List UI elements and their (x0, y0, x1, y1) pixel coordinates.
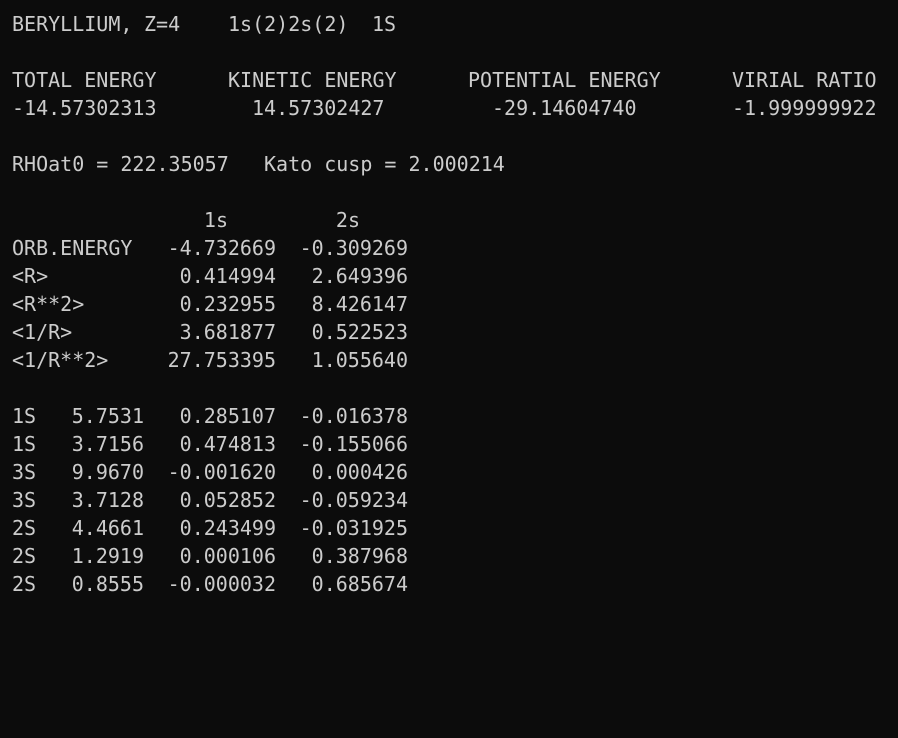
orbital-value-1s: -4.732669 (167, 236, 276, 260)
basis-row: 2S 1.2919 0.000106 0.387968 (0, 542, 898, 570)
energy-labels-line: TOTAL ENERGY KINETIC ENERGY POTENTIAL EN… (0, 66, 898, 94)
orbital-value-2s: -0.309269 (299, 236, 408, 260)
potential-energy-label: POTENTIAL ENERGY (468, 68, 661, 92)
basis-coefficient-1s: -0.000032 (167, 572, 276, 596)
terminal-output: BERYLLIUM, Z=4 1s(2)2s(2) 1S TOTAL ENERG… (0, 0, 898, 607)
basis-coefficient-1s: 0.474813 (179, 432, 276, 456)
orbital-row-label: <R**2> (12, 292, 85, 316)
orbital-table-header: 1s 2s (0, 206, 898, 234)
virial-ratio-label: VIRIAL RATIO (732, 68, 877, 92)
basis-row: 2S 4.4661 0.243499 -0.031925 (0, 514, 898, 542)
basis-coefficient-2s: -0.155066 (299, 432, 408, 456)
rho-at-zero: RHOat0 = 222.35057 (12, 152, 229, 176)
orbital-value-2s: 0.522523 (311, 320, 408, 344)
potential-energy-value: -29.14604740 (492, 96, 637, 120)
orbital-value-2s: 1.055640 (311, 348, 408, 372)
basis-coefficient-1s: 0.052852 (179, 488, 276, 512)
total-energy-value: -14.57302313 (12, 96, 157, 120)
orbital-column-2s: 2s (335, 208, 360, 232)
orbital-row-label: ORB.ENERGY (12, 236, 133, 260)
basis-type: 3S (12, 460, 37, 484)
orbital-row: <R> 0.414994 2.649396 (0, 262, 898, 290)
orbital-value-2s: 8.426147 (311, 292, 408, 316)
orbital-column-1s: 1s (203, 208, 228, 232)
total-energy-label: TOTAL ENERGY (12, 68, 157, 92)
orbital-value-1s: 0.414994 (179, 264, 276, 288)
basis-row: 3S 3.7128 0.052852 -0.059234 (0, 486, 898, 514)
header-line: BERYLLIUM, Z=4 1s(2)2s(2) 1S (0, 10, 898, 38)
basis-row: 1S 5.7531 0.285107 -0.016378 (0, 402, 898, 430)
basis-coefficient-1s: 0.285107 (179, 404, 276, 428)
orbital-row-label: <1/R**2> (12, 348, 109, 372)
orbital-value-1s: 3.681877 (179, 320, 276, 344)
basis-type: 3S (12, 488, 37, 512)
kinetic-energy-value: 14.57302427 (252, 96, 385, 120)
element-name: BERYLLIUM, (12, 12, 133, 36)
basis-type: 2S (12, 516, 37, 540)
atomic-number: Z=4 (144, 12, 181, 36)
orbital-row-label: <1/R> (12, 320, 73, 344)
basis-coefficient-2s: -0.016378 (299, 404, 408, 428)
orbital-value-1s: 0.232955 (179, 292, 276, 316)
virial-ratio-value: -1.999999922 (732, 96, 877, 120)
basis-row: 3S 9.9670 -0.001620 0.000426 (0, 458, 898, 486)
basis-coefficient-2s: 0.000426 (311, 460, 408, 484)
basis-coefficient-2s: -0.031925 (299, 516, 408, 540)
density-line: RHOat0 = 222.35057 Kato cusp = 2.000214 (0, 150, 898, 178)
kato-cusp: Kato cusp = 2.000214 (264, 152, 505, 176)
electron-configuration: 1s(2)2s(2) (228, 12, 349, 36)
orbital-row: <1/R**2> 27.753395 1.055640 (0, 346, 898, 374)
basis-coefficient-2s: 0.387968 (311, 544, 408, 568)
basis-coefficient-2s: -0.059234 (299, 488, 408, 512)
orbital-row: ORB.ENERGY -4.732669 -0.309269 (0, 234, 898, 262)
basis-row: 1S 3.7156 0.474813 -0.155066 (0, 430, 898, 458)
kinetic-energy-label: KINETIC ENERGY (228, 68, 397, 92)
basis-type: 1S (12, 432, 37, 456)
orbital-value-2s: 2.649396 (311, 264, 408, 288)
orbital-row: <R**2> 0.232955 8.426147 (0, 290, 898, 318)
basis-type: 2S (12, 544, 37, 568)
basis-coefficient-2s: 0.685674 (311, 572, 408, 596)
basis-type: 2S (12, 572, 37, 596)
orbital-row: <1/R> 3.681877 0.522523 (0, 318, 898, 346)
basis-row: 2S 0.8555 -0.000032 0.685674 (0, 570, 898, 598)
basis-type: 1S (12, 404, 37, 428)
basis-coefficient-1s: 0.000106 (179, 544, 276, 568)
orbital-row-label: <R> (12, 264, 49, 288)
term-symbol: 1S (372, 12, 397, 36)
basis-coefficient-1s: 0.243499 (179, 516, 276, 540)
basis-coefficient-1s: -0.001620 (167, 460, 276, 484)
orbital-value-1s: 27.753395 (167, 348, 276, 372)
energy-values-line: -14.57302313 14.57302427 -29.14604740 -1… (0, 94, 898, 122)
